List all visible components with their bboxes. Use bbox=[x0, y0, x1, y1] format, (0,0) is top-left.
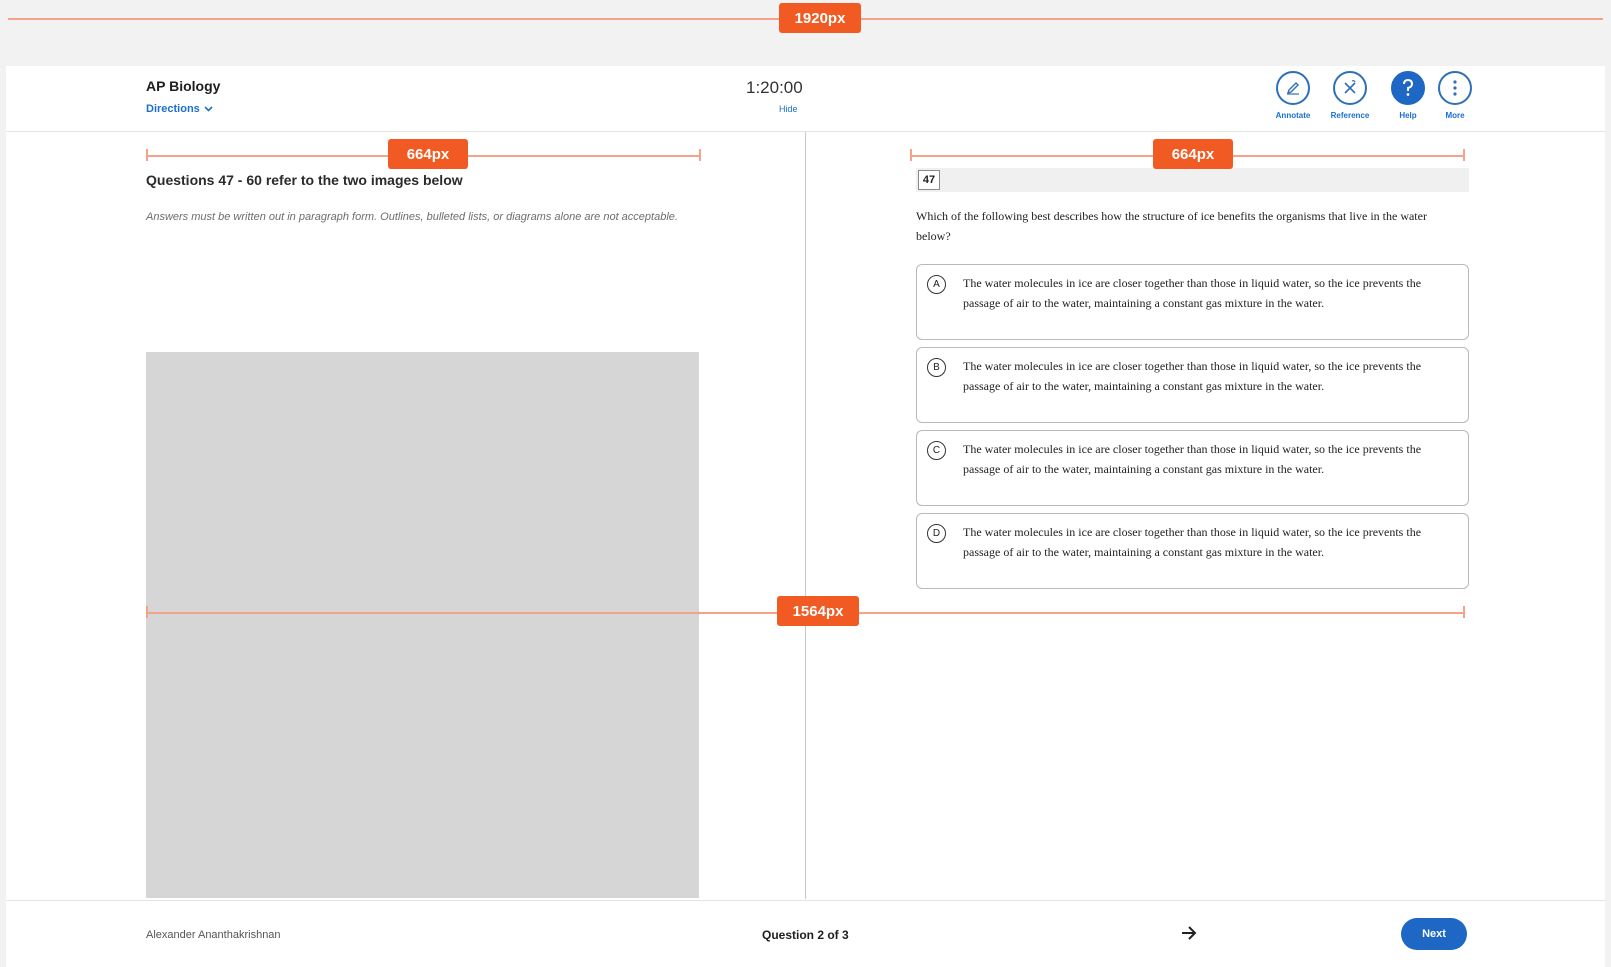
passage-heading: Questions 47 - 60 refer to the two image… bbox=[146, 172, 463, 188]
choice-text: The water molecules in ice are closer to… bbox=[963, 442, 1422, 476]
chevron-down-icon bbox=[204, 106, 213, 112]
next-button[interactable]: Next bbox=[1401, 918, 1467, 950]
answer-choice-c[interactable]: C The water molecules in ice are closer … bbox=[916, 430, 1469, 506]
question-number-bar: 47 bbox=[916, 168, 1469, 192]
choice-letter: B bbox=[927, 358, 946, 377]
choice-text: The water molecules in ice are closer to… bbox=[963, 525, 1422, 559]
annotate-button[interactable]: Annotate bbox=[1266, 71, 1320, 120]
timer-hide-button[interactable]: Hide bbox=[779, 104, 798, 114]
more-icon bbox=[1438, 71, 1472, 105]
answer-choice-b[interactable]: B The water molecules in ice are closer … bbox=[916, 347, 1469, 423]
answer-choice-d[interactable]: D The water molecules in ice are closer … bbox=[916, 513, 1469, 589]
directions-label: Directions bbox=[146, 103, 200, 115]
annotate-label: Annotate bbox=[1275, 111, 1311, 120]
choice-letter: A bbox=[927, 275, 946, 294]
left-column-tick bbox=[146, 149, 148, 161]
page-width-tag: 1920px bbox=[779, 3, 861, 33]
question-number: 47 bbox=[918, 170, 940, 190]
choice-letter: C bbox=[927, 441, 946, 460]
help-button[interactable]: Help bbox=[1381, 71, 1435, 120]
more-button[interactable]: More bbox=[1428, 71, 1482, 120]
directions-dropdown[interactable]: Directions bbox=[146, 103, 213, 115]
left-column-tick bbox=[699, 149, 701, 161]
choice-text: The water molecules in ice are closer to… bbox=[963, 276, 1422, 310]
content-width-tick bbox=[146, 606, 148, 618]
formula-icon bbox=[1333, 71, 1367, 105]
content-width-tick bbox=[1463, 606, 1465, 618]
exam-app: AP Biology Directions 1:20:00 Hide Annot… bbox=[6, 66, 1605, 967]
choice-letter: D bbox=[927, 524, 946, 543]
question-text: Which of the following best describes ho… bbox=[916, 209, 1427, 243]
more-label: More bbox=[1445, 111, 1465, 120]
help-icon bbox=[1391, 71, 1425, 105]
answer-choice-a[interactable]: A The water molecules in ice are closer … bbox=[916, 264, 1469, 340]
pane-divider[interactable] bbox=[805, 132, 806, 899]
right-column-tick bbox=[1463, 149, 1465, 161]
right-column-tick bbox=[910, 149, 912, 161]
question-counter[interactable]: Question 2 of 3 bbox=[762, 928, 849, 942]
image-placeholder bbox=[146, 352, 699, 898]
timer: 1:20:00 bbox=[746, 78, 803, 97]
footer: Alexander Ananthakrishnan Question 2 of … bbox=[6, 900, 1605, 967]
course-title: AP Biology bbox=[146, 78, 221, 94]
arrow-right-icon[interactable] bbox=[1176, 921, 1202, 945]
reference-label: Reference bbox=[1330, 111, 1370, 120]
content-width-tag: 1564px bbox=[777, 596, 859, 626]
passage-instructions: Answers must be written out in paragraph… bbox=[146, 211, 678, 223]
help-label: Help bbox=[1399, 111, 1417, 120]
header: AP Biology Directions 1:20:00 Hide Annot… bbox=[6, 66, 1605, 132]
right-column-tag: 664px bbox=[1153, 139, 1233, 169]
student-name: Alexander Ananthakrishnan bbox=[146, 929, 281, 941]
left-column-tag: 664px bbox=[388, 139, 468, 169]
reference-button[interactable]: Reference bbox=[1323, 71, 1377, 120]
pencil-icon bbox=[1276, 71, 1310, 105]
choice-text: The water molecules in ice are closer to… bbox=[963, 359, 1422, 393]
